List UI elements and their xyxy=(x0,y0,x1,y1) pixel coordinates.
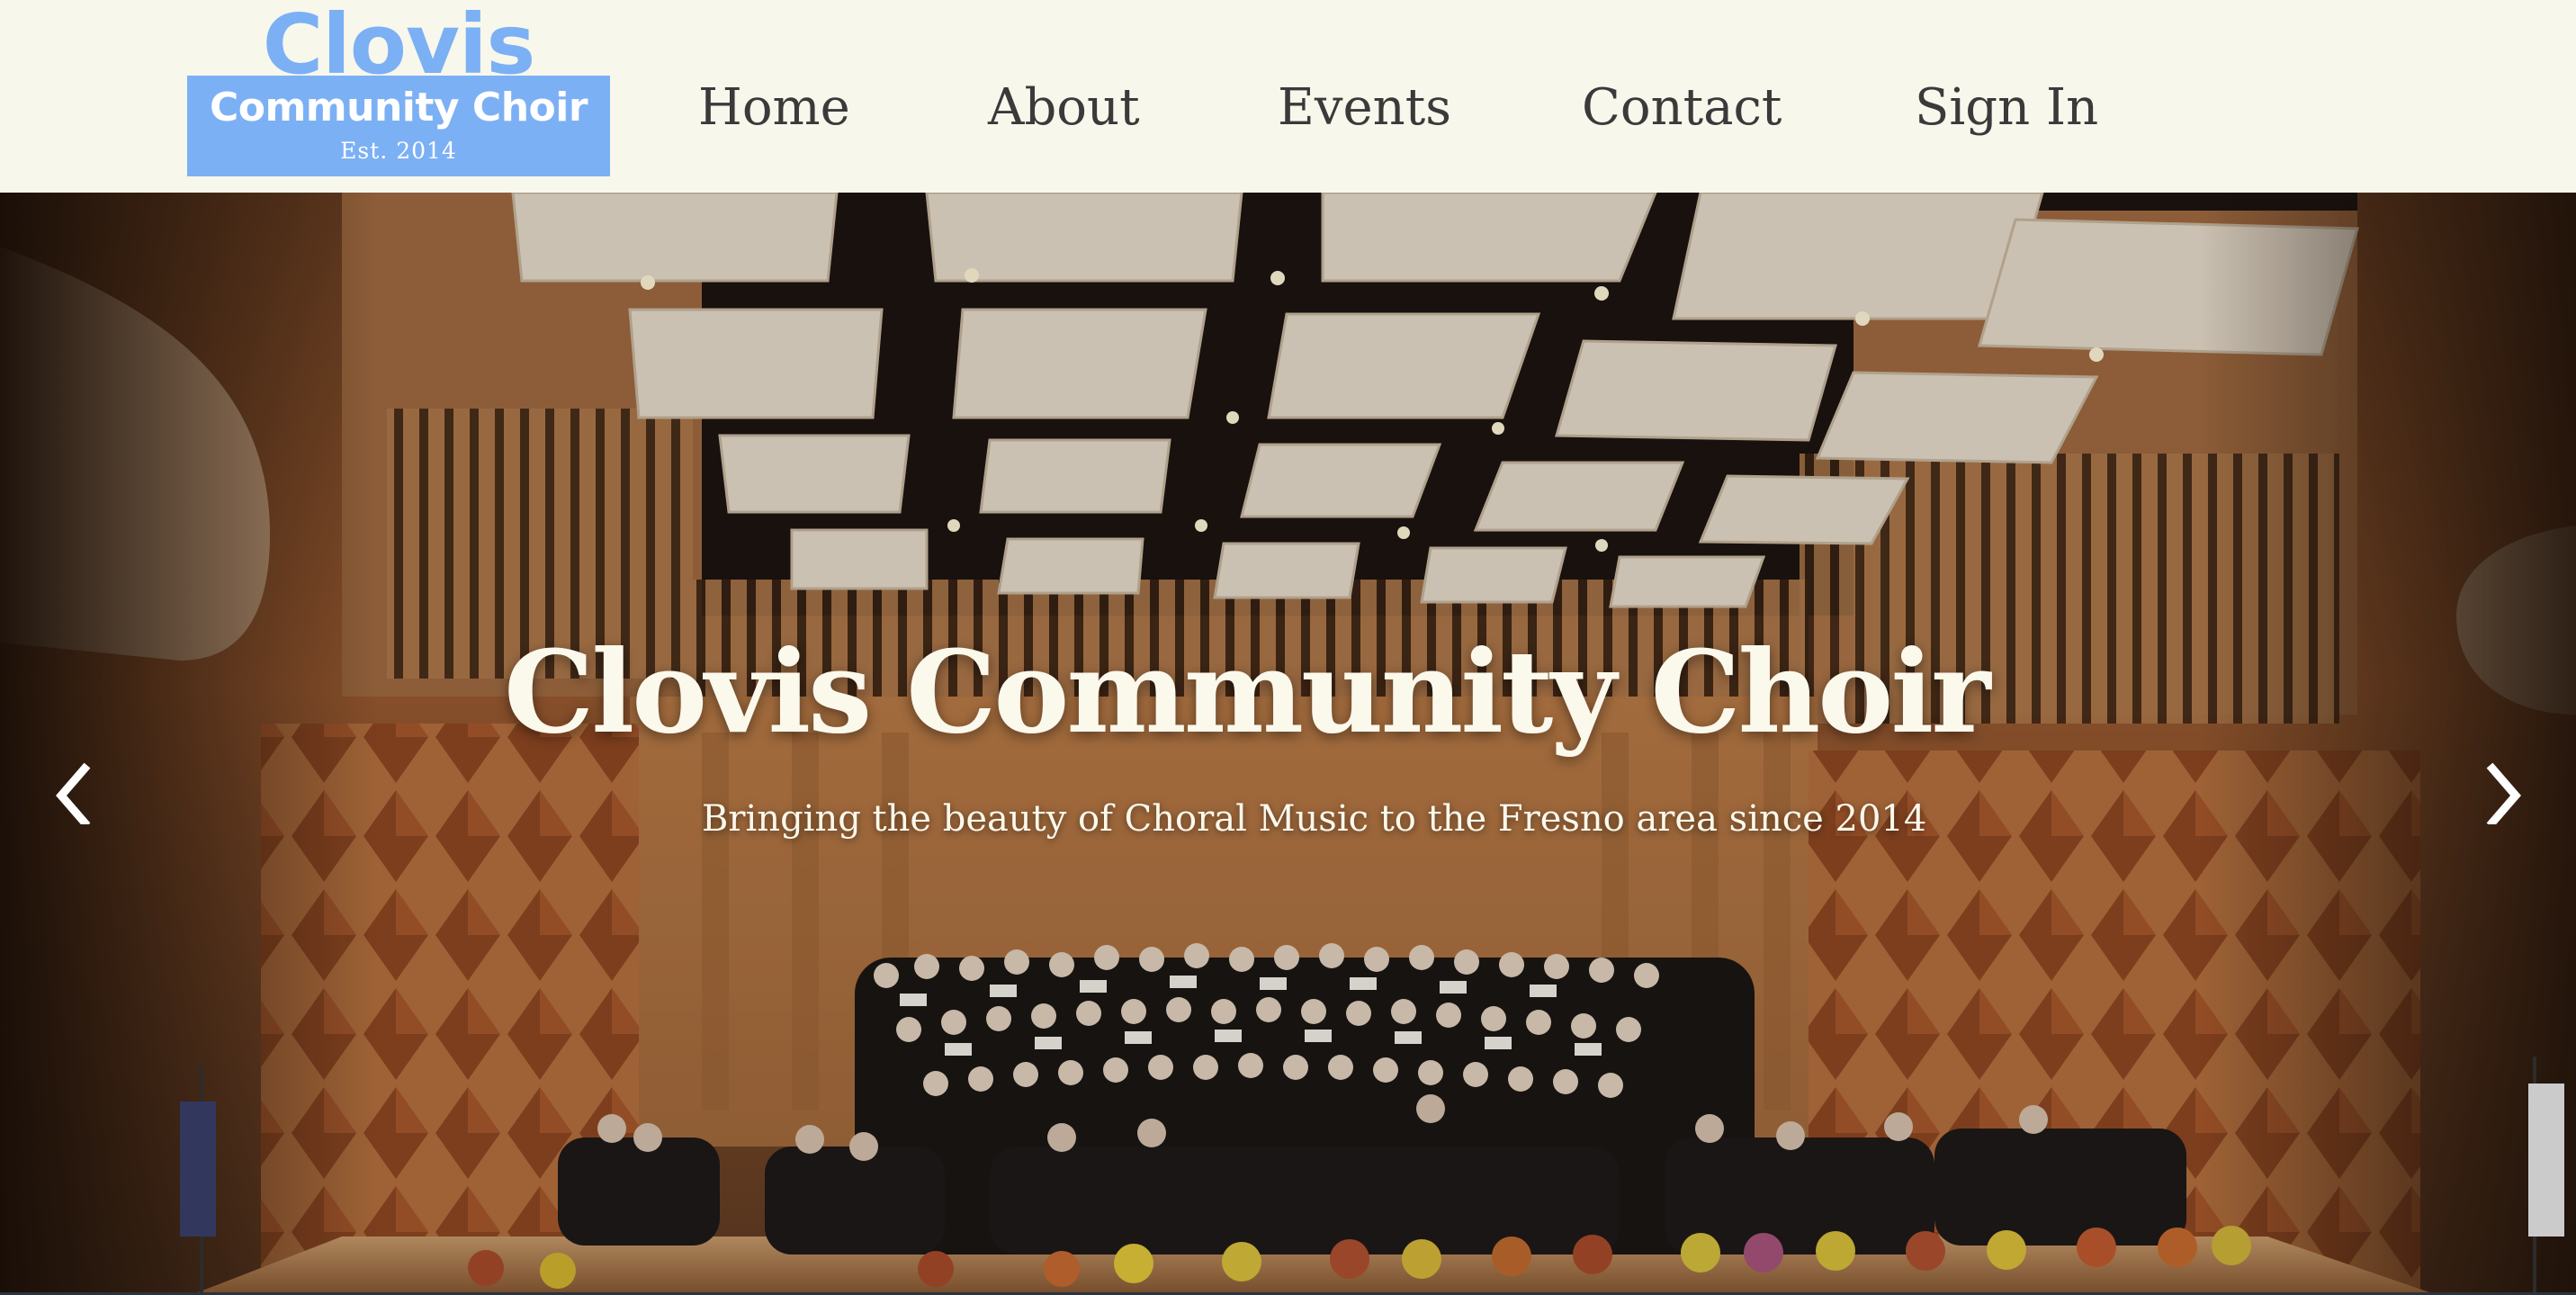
site-logo[interactable]: Clovis Community Choir Est. 2014 xyxy=(187,0,610,176)
logo-main-text: Community Choir xyxy=(209,85,588,130)
slideshow-next-button[interactable] xyxy=(2473,743,2536,824)
slideshow-prev-button[interactable] xyxy=(41,743,104,824)
nav-contact[interactable]: Contact xyxy=(1582,72,1782,144)
logo-top-text: Clovis xyxy=(262,0,536,77)
hero-title: Clovis Community Choir xyxy=(504,625,1991,759)
hero-subtitle: Bringing the beauty of Choral Music to t… xyxy=(702,798,1927,840)
logo-banner: Community Choir Est. 2014 xyxy=(187,76,610,176)
logo-est-text: Est. 2014 xyxy=(340,138,457,164)
nav-events[interactable]: Events xyxy=(1278,72,1451,144)
nav-sign-in[interactable]: Sign In xyxy=(1915,72,2098,144)
nav-home[interactable]: Home xyxy=(698,72,850,144)
chevron-right-icon xyxy=(2486,762,2521,824)
hero-slideshow: Clovis Community Choir Bringing the beau… xyxy=(0,193,2576,1292)
chevron-left-icon xyxy=(56,762,91,824)
site-header: Clovis Community Choir Est. 2014 Home Ab… xyxy=(0,0,2576,193)
nav-about[interactable]: About xyxy=(988,72,1140,144)
